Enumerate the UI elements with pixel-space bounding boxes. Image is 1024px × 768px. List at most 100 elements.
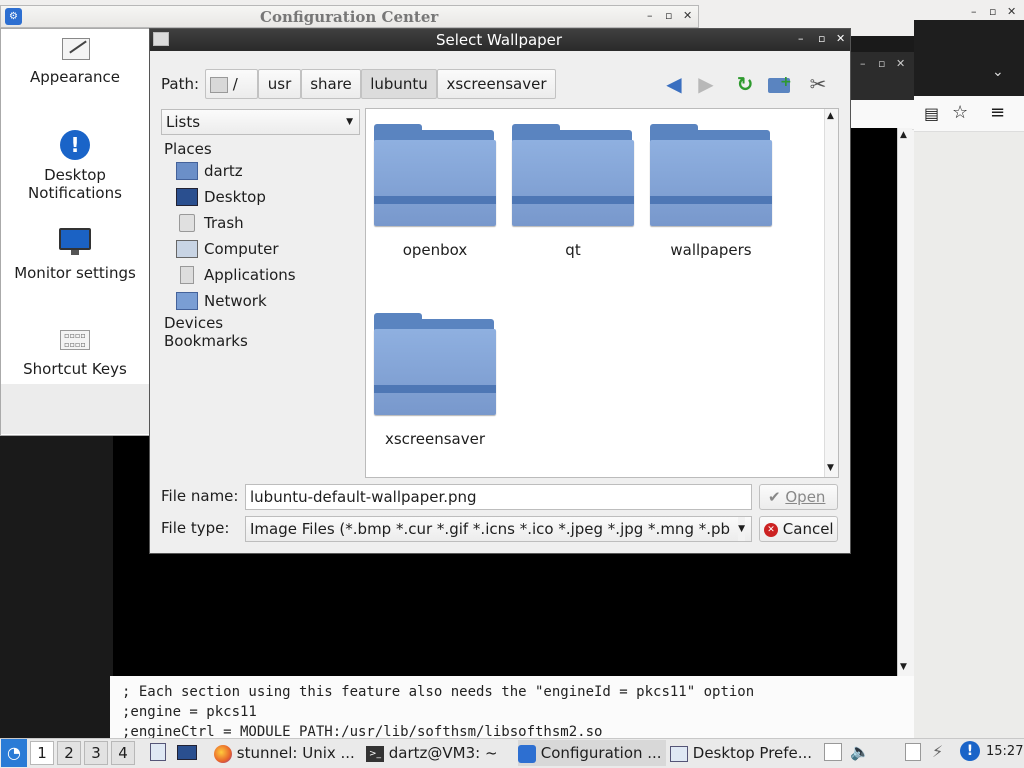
clock[interactable]: 15:27	[986, 744, 1023, 759]
maximize-icon[interactable]: ▫	[989, 5, 996, 18]
folder-label-openbox[interactable]: openbox	[365, 241, 505, 259]
applications-icon	[180, 266, 194, 284]
volume-icon[interactable]: 🔈	[850, 742, 870, 761]
home-folder-icon	[176, 162, 198, 180]
config-item-shortcut-keys[interactable]: ▫▫▫▫ ▫▫▫▫ Shortcut Keys	[0, 330, 150, 378]
network-plug-icon[interactable]: ⚡	[932, 742, 943, 761]
computer-icon	[176, 240, 198, 258]
folder-icon[interactable]	[512, 124, 636, 228]
config-item-appearance[interactable]: Appearance	[0, 34, 150, 86]
config-item-label: Monitor settings	[14, 264, 136, 282]
dropdown-arrow-icon: ▼	[346, 117, 353, 127]
folder-icon[interactable]	[374, 124, 498, 228]
terminal-text: ; Each section using this feature also n…	[110, 676, 914, 738]
file-name-input[interactable]: lubuntu-default-wallpaper.png	[245, 484, 752, 510]
place-label: Trash	[204, 214, 244, 232]
close-icon[interactable]: ✕	[896, 57, 905, 70]
minimize-icon[interactable]: –	[971, 5, 977, 18]
path-segment-usr[interactable]: usr	[258, 69, 301, 99]
notes-icon[interactable]	[905, 743, 921, 761]
maximize-icon[interactable]: ▫	[665, 9, 672, 22]
terminal-scrollbar[interactable]: ▲ ▼	[897, 128, 912, 676]
hamburger-menu-icon[interactable]: ≡	[990, 102, 1005, 123]
close-icon[interactable]: ✕	[683, 9, 692, 22]
file-view-scrollbar[interactable]: ▲ ▼	[824, 109, 838, 477]
view-mode-value: Lists	[166, 113, 201, 131]
file-type-select[interactable]: Image Files (*.bmp *.cur *.gif *.icns *.…	[245, 516, 752, 542]
workspace-2[interactable]: 2	[57, 741, 81, 765]
config-center-title: Configuration Center	[260, 8, 439, 26]
config-item-notifications[interactable]: ! Desktop Notifications	[0, 130, 150, 202]
clipboard-icon[interactable]	[824, 743, 842, 761]
devices-header: Devices	[164, 314, 224, 332]
open-button[interactable]: ✔ Open	[759, 484, 838, 510]
places-header: Places	[164, 140, 212, 158]
workspace-3[interactable]: 3	[84, 741, 108, 765]
path-segment-xscreensaver[interactable]: xscreensaver	[437, 69, 556, 99]
config-item-label: Shortcut Keys	[23, 360, 127, 378]
close-icon[interactable]: ✕	[1007, 5, 1016, 18]
terminal-line: ; Each section using this feature also n…	[122, 684, 755, 700]
file-manager-icon[interactable]	[150, 743, 166, 761]
folder-icon[interactable]	[650, 124, 774, 228]
config-item-label: Appearance	[29, 68, 121, 86]
chevron-down-icon[interactable]: ⌄	[992, 64, 1004, 80]
scroll-down-icon[interactable]: ▼	[827, 463, 834, 473]
config-item-monitor[interactable]: Monitor settings	[0, 228, 150, 282]
maximize-icon[interactable]: ▫	[818, 32, 825, 45]
task-desktop-prefs[interactable]: Desktop Prefe...	[670, 740, 818, 766]
view-mode-select[interactable]: Lists ▼	[161, 109, 360, 135]
path-segment-share[interactable]: share	[301, 69, 361, 99]
minimize-icon[interactable]: –	[860, 57, 866, 70]
show-desktop-icon[interactable]	[177, 745, 197, 760]
bookmark-star-icon[interactable]: ☆	[952, 102, 968, 123]
cancel-button[interactable]: ✕ Cancel	[759, 516, 838, 542]
task-stunnel[interactable]: stunnel: Unix ...	[214, 740, 362, 766]
folder-label-qt[interactable]: qt	[503, 241, 643, 259]
terminal-line: ;engine = pkcs11	[122, 704, 257, 720]
task-label: dartz@VM3: ~	[388, 744, 498, 762]
tools-icon[interactable]: ✂	[806, 72, 830, 96]
place-label: Computer	[204, 240, 279, 258]
forward-arrow-icon[interactable]: ▶	[694, 72, 718, 96]
start-menu-button[interactable]: ◔	[1, 739, 27, 767]
workspace-4[interactable]: 4	[111, 741, 135, 765]
terminal-icon: >_	[366, 745, 384, 762]
folder-label-xscreensaver[interactable]: xscreensaver	[365, 430, 505, 448]
path-segment-lubuntu[interactable]: lubuntu	[361, 69, 437, 99]
appearance-icon	[60, 34, 90, 62]
desktop-icon	[176, 188, 198, 206]
minimize-icon[interactable]: –	[647, 9, 653, 22]
minimize-icon[interactable]: –	[798, 32, 804, 45]
browser-sidebar-area	[914, 130, 1024, 738]
browser-navbar-right: ▤ ☆ ≡	[914, 96, 1024, 132]
monitor-icon	[59, 228, 91, 256]
window-menu-icon[interactable]	[153, 32, 169, 46]
path-segment-root[interactable]: /	[205, 69, 258, 99]
place-label: Network	[204, 292, 267, 310]
scroll-down-icon[interactable]: ▼	[900, 662, 907, 672]
maximize-icon[interactable]: ▫	[878, 57, 885, 70]
task-configuration[interactable]: Configuration ...	[518, 740, 666, 766]
back-arrow-icon[interactable]: ◀	[662, 72, 686, 96]
reload-icon[interactable]: ↻	[733, 72, 757, 96]
notification-icon[interactable]: !	[960, 741, 980, 761]
reader-view-icon[interactable]: ▤	[924, 104, 939, 123]
new-folder-icon[interactable]: +	[766, 72, 792, 96]
scroll-up-icon[interactable]: ▲	[827, 111, 834, 121]
dialog-title: Select Wallpaper	[436, 31, 563, 49]
file-name-label: File name:	[161, 487, 239, 505]
folder-icon[interactable]	[374, 313, 498, 417]
close-icon[interactable]: ✕	[836, 32, 845, 45]
place-label: Desktop	[204, 188, 266, 206]
folder-label-wallpapers[interactable]: wallpapers	[641, 241, 781, 259]
task-terminal[interactable]: >_ dartz@VM3: ~	[366, 740, 514, 766]
harddisk-icon	[210, 76, 228, 93]
task-label: Configuration ...	[540, 744, 662, 762]
checkmark-icon: ✔	[768, 488, 781, 506]
browser-tabbar	[848, 76, 914, 100]
place-label: dartz	[204, 162, 243, 180]
workspace-1[interactable]: 1	[30, 741, 54, 765]
scroll-up-icon[interactable]: ▲	[900, 130, 907, 140]
config-item-label: Desktop Notifications	[28, 166, 122, 202]
